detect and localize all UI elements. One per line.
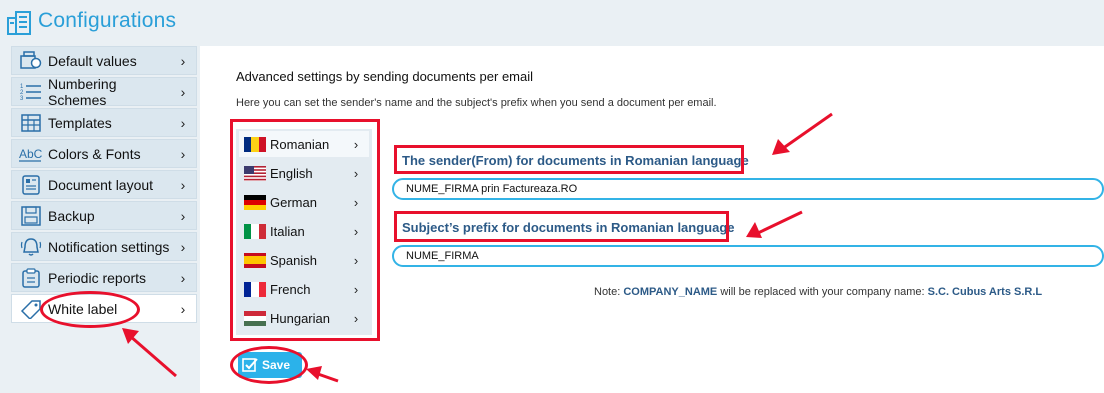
chevron-right-icon: › [180, 300, 186, 317]
sidebar-item-label: Colors & Fonts [48, 145, 141, 162]
section-title: Advanced settings by sending documents p… [236, 69, 534, 84]
chevron-right-icon: › [180, 269, 186, 286]
note-text: Note: COMPANY_NAME will be replaced with… [594, 286, 1042, 298]
note-middle: will be replaced with your company name: [717, 286, 928, 298]
sidebar-item-label: Document layout [48, 176, 154, 193]
chevron-right-icon: › [180, 145, 186, 162]
page-title: Configurations [38, 9, 177, 32]
sidebar-item-label: Periodic reports [48, 269, 147, 286]
section-description: Here you can set the sender's name and t… [236, 97, 717, 109]
annotation-ellipse-save [230, 346, 308, 384]
annotation-box-language-list [230, 119, 380, 341]
backup-icon [18, 205, 44, 227]
subject-prefix-input[interactable] [392, 245, 1104, 267]
annotation-box-subject-label [394, 211, 729, 242]
note-prefix: Note: [594, 286, 624, 298]
chevron-right-icon: › [180, 114, 186, 131]
layout-icon [18, 174, 44, 196]
app-header: Configurations [0, 0, 1104, 46]
note-placeholder: COMPANY_NAME [623, 286, 718, 298]
clipboard-icon [18, 267, 44, 289]
chevron-right-icon: › [180, 207, 186, 224]
sidebar-item-label: Notification settings [48, 238, 170, 255]
arrow-to-save [306, 366, 339, 383]
sidebar-item-numbering-schemes[interactable]: 123 Numbering Schemes › [11, 75, 197, 108]
chevron-right-icon: › [180, 176, 186, 193]
sidebar-item-document-layout[interactable]: Document layout › [11, 170, 197, 199]
sidebar-item-notification-settings[interactable]: Notification settings › [11, 232, 197, 261]
chevron-right-icon: › [180, 238, 186, 255]
arrow-to-subject-label [746, 210, 803, 238]
sidebar: Default values › 123 Numbering Schemes ›… [0, 46, 200, 393]
chevron-right-icon: › [180, 52, 186, 69]
building-icon [7, 11, 31, 35]
svg-text:3: 3 [20, 96, 24, 102]
svg-text:AbC: AbC [19, 147, 43, 161]
defaults-icon [18, 50, 44, 72]
sidebar-item-label: Default values [48, 52, 137, 69]
sidebar-item-colors-fonts[interactable]: AbC Colors & Fonts › [11, 139, 197, 168]
sidebar-item-backup[interactable]: Backup › [11, 201, 197, 230]
chevron-right-icon: › [180, 83, 186, 100]
arrow-to-sender-label [772, 112, 833, 155]
annotation-ellipse-white-label [40, 291, 140, 328]
note-company: S.C. Cubus Arts S.R.L [927, 286, 1043, 298]
sidebar-item-label: Numbering Schemes [48, 75, 117, 108]
numbered-list-icon: 123 [18, 81, 44, 103]
bell-icon [18, 236, 44, 258]
table-icon [18, 112, 44, 134]
sidebar-item-periodic-reports[interactable]: Periodic reports › [11, 263, 197, 292]
annotation-box-sender-label [394, 145, 744, 174]
sidebar-item-templates[interactable]: Templates › [11, 108, 197, 137]
sidebar-item-default-values[interactable]: Default values › [11, 46, 197, 75]
sender-input[interactable] [392, 178, 1104, 200]
sidebar-item-label: Backup [48, 207, 95, 224]
sidebar-item-label: Templates [48, 114, 112, 131]
abc-icon: AbC [18, 143, 44, 165]
